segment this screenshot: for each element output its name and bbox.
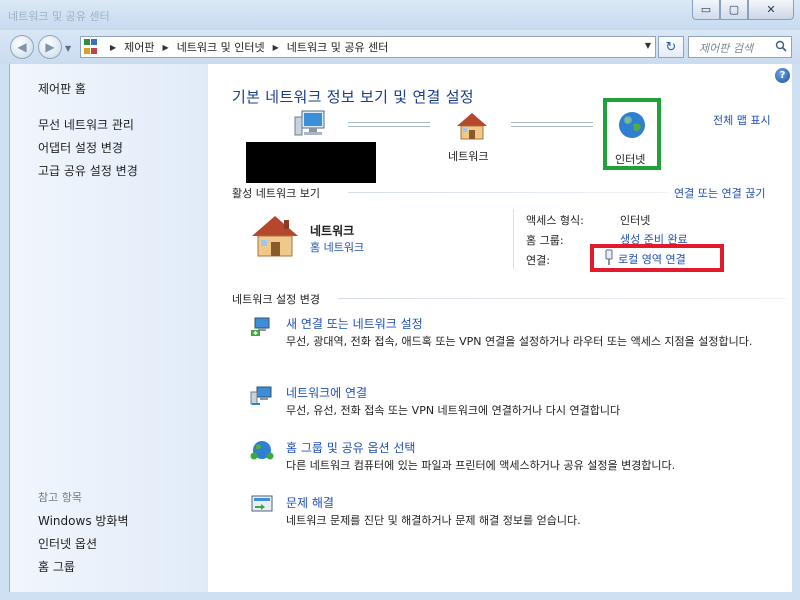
setup-new-connection-description: 무선, 광대역, 전화 접속, 애드혹 또는 VPN 연결을 설정하거나 라우터…	[286, 335, 753, 348]
connect-disconnect-link[interactable]: 연결 또는 연결 끊기	[674, 185, 765, 201]
homegroup-sharing-options-link[interactable]: 홈 그룹 및 공유 옵션 선택	[286, 439, 415, 456]
connection-highlight-box	[590, 244, 724, 272]
homegroup-sharing-options-description: 다른 네트워크 컴퓨터에 있는 파일과 프린터에 액세스하거나 공유 설정을 변…	[286, 459, 676, 472]
search-placeholder: 제어판 검색	[699, 42, 754, 55]
main-content: ? 기본 네트워크 정보 보기 및 연결 설정 전체 맵 표시 네트워크 인터넷…	[208, 64, 792, 592]
minimize-icon: ▭	[700, 3, 712, 16]
minimize-button[interactable]: ▭	[692, 0, 720, 20]
map-connector-2	[511, 122, 593, 127]
help-icon[interactable]: ?	[775, 68, 790, 83]
troubleshoot-problems-description: 네트워크 문제를 진단 및 해결하거나 문제 해결 정보를 얻습니다.	[286, 514, 581, 527]
breadcrumb-network-sharing-center[interactable]: 네트워크 및 공유 센터	[287, 39, 389, 55]
computer-icon	[294, 110, 325, 136]
close-icon: ✕	[766, 3, 776, 16]
refresh-icon: ↻	[665, 39, 677, 55]
see-also-homegroup[interactable]: 홈 그룹	[38, 558, 75, 575]
vertical-divider	[513, 209, 514, 269]
window-title: 네트워크 및 공유 센터	[8, 10, 110, 23]
close-button[interactable]: ✕	[748, 0, 794, 20]
window-controls: ▭ ▢ ✕	[692, 0, 794, 20]
access-type-label: 액세스 형식:	[526, 214, 584, 227]
troubleshoot-icon	[251, 495, 273, 512]
breadcrumb-control-panel[interactable]: 제어판 ▶	[124, 39, 177, 55]
new-connection-icon	[251, 317, 270, 336]
map-network-label: 네트워크	[448, 150, 489, 163]
setup-new-connection-link[interactable]: 새 연결 또는 네트워크 설정	[286, 315, 423, 332]
homegroup-sharing-icon	[250, 441, 274, 460]
section-divider	[348, 192, 668, 193]
breadcrumb-separator[interactable]: ▶	[102, 43, 124, 52]
address-dropdown-button[interactable]: ▼	[645, 41, 651, 50]
forward-arrow-icon: ▶	[45, 40, 55, 54]
connect-to-network-link[interactable]: 네트워크에 연결	[286, 384, 367, 401]
address-bar[interactable]: ▶ 제어판 ▶ 네트워크 및 인터넷 ▶ 네트워크 및 공유 센터 ▼	[80, 36, 656, 58]
change-settings-header: 네트워크 설정 변경	[232, 293, 320, 306]
sidebar-item-manage-wireless[interactable]: 무선 네트워크 관리	[38, 116, 134, 133]
breadcrumb-network-internet[interactable]: 네트워크 및 인터넷 ▶	[177, 39, 287, 55]
navigation-bar: ◀ ▶ ▼ ▶ 제어판 ▶ 네트워크 및 인터넷 ▶ 네트워크 및 공유 센터 ▼ …	[0, 30, 800, 64]
back-button[interactable]: ◀	[10, 35, 34, 59]
sidebar-item-control-panel-home[interactable]: 제어판 홈	[38, 80, 86, 97]
see-also-internet-options[interactable]: 인터넷 옵션	[38, 535, 97, 552]
task-pane: 제어판 홈 무선 네트워크 관리 어댑터 설정 변경 고급 공유 설정 변경 참…	[9, 64, 208, 592]
search-icon	[775, 40, 787, 52]
see-also-header: 참고 항목	[38, 491, 82, 504]
see-also-windows-firewall[interactable]: Windows 방화벽	[38, 512, 129, 529]
connect-network-icon	[250, 386, 272, 405]
forward-button[interactable]: ▶	[38, 35, 62, 59]
show-full-map-link[interactable]: 전체 맵 표시	[713, 112, 771, 128]
troubleshoot-problems-link[interactable]: 문제 해결	[286, 494, 334, 511]
active-networks-header: 활성 네트워크 보기	[232, 187, 320, 200]
title-bar: 네트워크 및 공유 센터 ▭ ▢ ✕	[0, 0, 800, 30]
refresh-button[interactable]: ↻	[658, 36, 684, 58]
back-arrow-icon: ◀	[17, 40, 27, 54]
redacted-computer-name	[246, 142, 376, 183]
recent-pages-button[interactable]: ▼	[65, 44, 71, 53]
section-divider	[338, 298, 786, 299]
active-network-name: 네트워크	[310, 224, 355, 238]
connect-to-network-description: 무선, 유선, 전화 접속 또는 VPN 네트워크에 연결하거나 다시 연결합니…	[286, 404, 621, 417]
page-title: 기본 네트워크 정보 보기 및 연결 설정	[232, 88, 474, 106]
home-network-icon	[252, 216, 298, 257]
control-panel-icon	[84, 39, 102, 55]
sidebar-item-advanced-sharing[interactable]: 고급 공유 설정 변경	[38, 162, 138, 179]
map-connector-1	[348, 122, 430, 127]
network-type-link[interactable]: 홈 네트워크	[310, 239, 364, 255]
internet-highlight-box	[603, 98, 661, 170]
maximize-icon: ▢	[728, 3, 740, 16]
homegroup-label: 홈 그룹:	[526, 234, 564, 247]
access-type-value: 인터넷	[620, 214, 651, 227]
maximize-button[interactable]: ▢	[720, 0, 748, 20]
search-input[interactable]: 제어판 검색	[688, 36, 792, 58]
network-house-icon	[457, 113, 487, 140]
sidebar-item-adapter-settings[interactable]: 어댑터 설정 변경	[38, 139, 123, 156]
connections-label: 연결:	[526, 254, 550, 267]
